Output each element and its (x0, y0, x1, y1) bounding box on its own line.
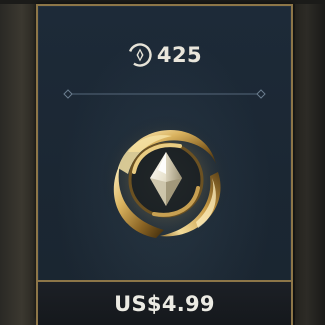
background-right (295, 0, 325, 325)
ornament-divider (63, 89, 266, 99)
currency-amount: 425 (156, 43, 203, 67)
background-left (0, 0, 36, 325)
currency-amount-row: 425 (38, 40, 291, 70)
rp-bundle-card[interactable]: 425 (36, 4, 293, 320)
purchase-price-button[interactable]: US$4.99 (36, 280, 293, 325)
riot-points-icon (128, 43, 152, 67)
price-label: US$4.99 (114, 291, 215, 316)
gold-crystal-emblem-icon (100, 114, 232, 246)
